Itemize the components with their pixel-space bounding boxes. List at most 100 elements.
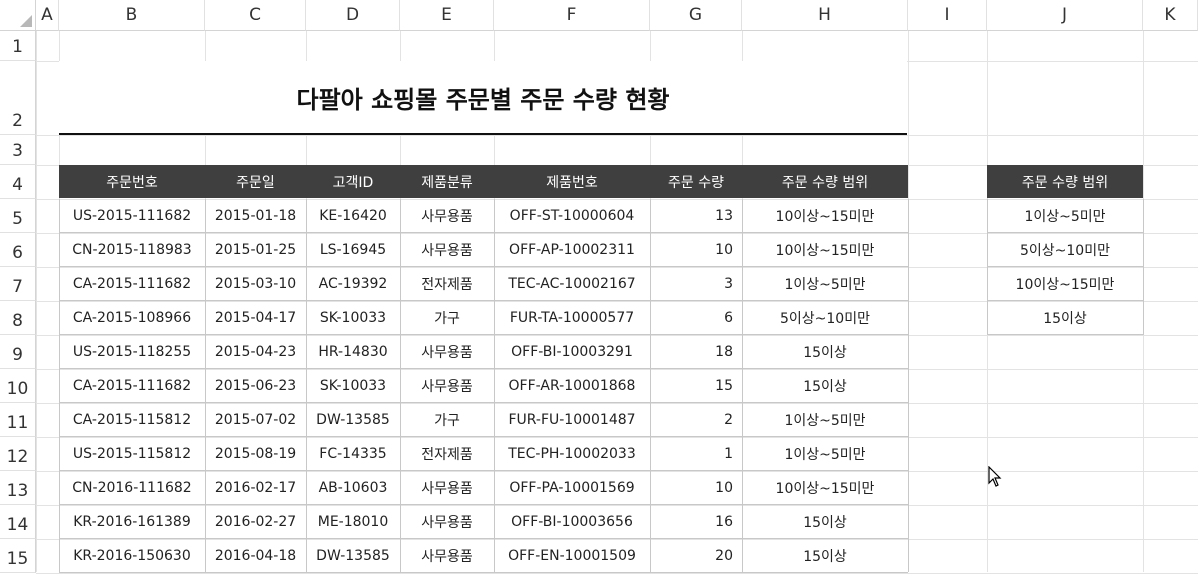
table-cell[interactable]: 전자제품 xyxy=(400,267,494,301)
table-cell[interactable]: 13 xyxy=(650,199,742,233)
table-cell[interactable]: 10 xyxy=(650,233,742,267)
table-header-cell[interactable]: 주문 수량 범위 xyxy=(742,165,908,198)
column-header-d[interactable]: D xyxy=(306,0,400,31)
row-header-1[interactable]: 1 xyxy=(0,31,36,61)
table-cell[interactable]: AC-19392 xyxy=(306,267,400,301)
table-cell[interactable]: AB-10603 xyxy=(306,471,400,505)
table-cell[interactable]: ME-18010 xyxy=(306,505,400,539)
column-header-e[interactable]: E xyxy=(400,0,494,31)
row-header-3[interactable]: 3 xyxy=(0,135,36,165)
table-cell[interactable]: OFF-AP-10002311 xyxy=(494,233,650,267)
table-cell[interactable]: 15이상 xyxy=(742,505,908,539)
column-header-b[interactable]: B xyxy=(59,0,205,31)
table-header-cell[interactable]: 제품분류 xyxy=(400,165,494,198)
table-cell[interactable]: 3 xyxy=(650,267,742,301)
table-cell[interactable]: 20 xyxy=(650,539,742,573)
table-header-cell[interactable]: 주문일 xyxy=(205,165,306,198)
table-cell[interactable]: 사무용품 xyxy=(400,233,494,267)
row-header-9[interactable]: 9 xyxy=(0,335,36,369)
table-cell[interactable]: FUR-TA-10000577 xyxy=(494,301,650,335)
table-cell[interactable]: 10이상~15미만 xyxy=(742,471,908,505)
table-cell[interactable]: SK-10033 xyxy=(306,369,400,403)
table-cell[interactable]: OFF-PA-10001569 xyxy=(494,471,650,505)
table-cell[interactable]: 2015-06-23 xyxy=(205,369,306,403)
table-cell[interactable]: KR-2016-161389 xyxy=(59,505,205,539)
table-cell[interactable]: 1이상~5미만 xyxy=(742,267,908,301)
column-header-k[interactable]: K xyxy=(1143,0,1198,31)
table-header-cell[interactable]: 주문 수량 xyxy=(650,165,742,198)
table-cell[interactable]: KE-16420 xyxy=(306,199,400,233)
table-cell[interactable]: TEC-PH-10002033 xyxy=(494,437,650,471)
row-header-11[interactable]: 11 xyxy=(0,403,36,437)
table-cell[interactable]: 2016-02-17 xyxy=(205,471,306,505)
table-header-cell[interactable]: 주문번호 xyxy=(59,165,205,198)
table-cell[interactable]: 15이상 xyxy=(742,539,908,573)
row-header-5[interactable]: 5 xyxy=(0,199,36,233)
table-cell[interactable]: 사무용품 xyxy=(400,369,494,403)
row-header-6[interactable]: 6 xyxy=(0,233,36,267)
table-cell[interactable]: 사무용품 xyxy=(400,539,494,573)
range-table-cell[interactable]: 10이상~15미만 xyxy=(987,267,1143,301)
table-cell[interactable]: TEC-AC-10002167 xyxy=(494,267,650,301)
table-cell[interactable]: 5이상~10미만 xyxy=(742,301,908,335)
table-cell[interactable]: 가구 xyxy=(400,403,494,437)
table-cell[interactable]: DW-13585 xyxy=(306,403,400,437)
row-header-8[interactable]: 8 xyxy=(0,301,36,335)
sheet-title[interactable]: 다팔아 쇼핑몰 주문별 주문 수량 현황 xyxy=(59,61,907,133)
range-table-cell[interactable]: 5이상~10미만 xyxy=(987,233,1143,267)
table-cell[interactable]: 2015-03-10 xyxy=(205,267,306,301)
column-header-h[interactable]: H xyxy=(742,0,908,31)
table-cell[interactable]: OFF-ST-10000604 xyxy=(494,199,650,233)
table-cell[interactable]: 전자제품 xyxy=(400,437,494,471)
range-table-cell[interactable]: 15이상 xyxy=(987,301,1143,335)
table-cell[interactable]: CA-2015-111682 xyxy=(59,369,205,403)
table-cell[interactable]: 사무용품 xyxy=(400,471,494,505)
table-cell[interactable]: DW-13585 xyxy=(306,539,400,573)
table-cell[interactable]: 사무용품 xyxy=(400,335,494,369)
table-cell[interactable]: 6 xyxy=(650,301,742,335)
table-cell[interactable]: CA-2015-108966 xyxy=(59,301,205,335)
column-header-f[interactable]: F xyxy=(494,0,650,31)
table-cell[interactable]: 2 xyxy=(650,403,742,437)
table-cell[interactable]: US-2015-111682 xyxy=(59,199,205,233)
table-cell[interactable]: FC-14335 xyxy=(306,437,400,471)
table-cell[interactable]: KR-2016-150630 xyxy=(59,539,205,573)
table-cell[interactable]: OFF-BI-10003656 xyxy=(494,505,650,539)
column-header-a[interactable]: A xyxy=(36,0,59,31)
table-cell[interactable]: HR-14830 xyxy=(306,335,400,369)
table-cell[interactable]: OFF-AR-10001868 xyxy=(494,369,650,403)
table-cell[interactable]: 2016-04-18 xyxy=(205,539,306,573)
row-header-2[interactable]: 2 xyxy=(0,61,36,135)
table-cell[interactable]: 10 xyxy=(650,471,742,505)
row-header-7[interactable]: 7 xyxy=(0,267,36,301)
row-header-10[interactable]: 10 xyxy=(0,369,36,403)
column-header-g[interactable]: G xyxy=(650,0,742,31)
table-cell[interactable]: 사무용품 xyxy=(400,505,494,539)
row-header-12[interactable]: 12 xyxy=(0,437,36,471)
table-header-cell[interactable]: 고객ID xyxy=(306,165,400,198)
column-header-c[interactable]: C xyxy=(205,0,306,31)
table-cell[interactable]: 사무용품 xyxy=(400,199,494,233)
table-cell[interactable]: 2016-02-27 xyxy=(205,505,306,539)
table-cell[interactable]: CN-2015-118983 xyxy=(59,233,205,267)
table-cell[interactable]: CN-2016-111682 xyxy=(59,471,205,505)
table-cell[interactable]: LS-16945 xyxy=(306,233,400,267)
table-cell[interactable]: 16 xyxy=(650,505,742,539)
table-cell[interactable]: 가구 xyxy=(400,301,494,335)
table-cell[interactable]: 10이상~15미만 xyxy=(742,199,908,233)
table-cell[interactable]: OFF-BI-10003291 xyxy=(494,335,650,369)
table-cell[interactable]: 1이상~5미만 xyxy=(742,403,908,437)
row-header-13[interactable]: 13 xyxy=(0,471,36,505)
table-cell[interactable]: 2015-01-25 xyxy=(205,233,306,267)
table-cell[interactable]: OFF-EN-10001509 xyxy=(494,539,650,573)
select-all-corner[interactable] xyxy=(0,0,36,31)
table-cell[interactable]: 2015-04-23 xyxy=(205,335,306,369)
table-cell[interactable]: CA-2015-115812 xyxy=(59,403,205,437)
table-cell[interactable]: CA-2015-111682 xyxy=(59,267,205,301)
column-header-j[interactable]: J xyxy=(987,0,1143,31)
table-cell[interactable]: 10이상~15미만 xyxy=(742,233,908,267)
table-cell[interactable]: 2015-08-19 xyxy=(205,437,306,471)
table-cell[interactable]: US-2015-118255 xyxy=(59,335,205,369)
range-table-cell[interactable]: 1이상~5미만 xyxy=(987,199,1143,233)
table-header-cell[interactable]: 제품번호 xyxy=(494,165,650,198)
